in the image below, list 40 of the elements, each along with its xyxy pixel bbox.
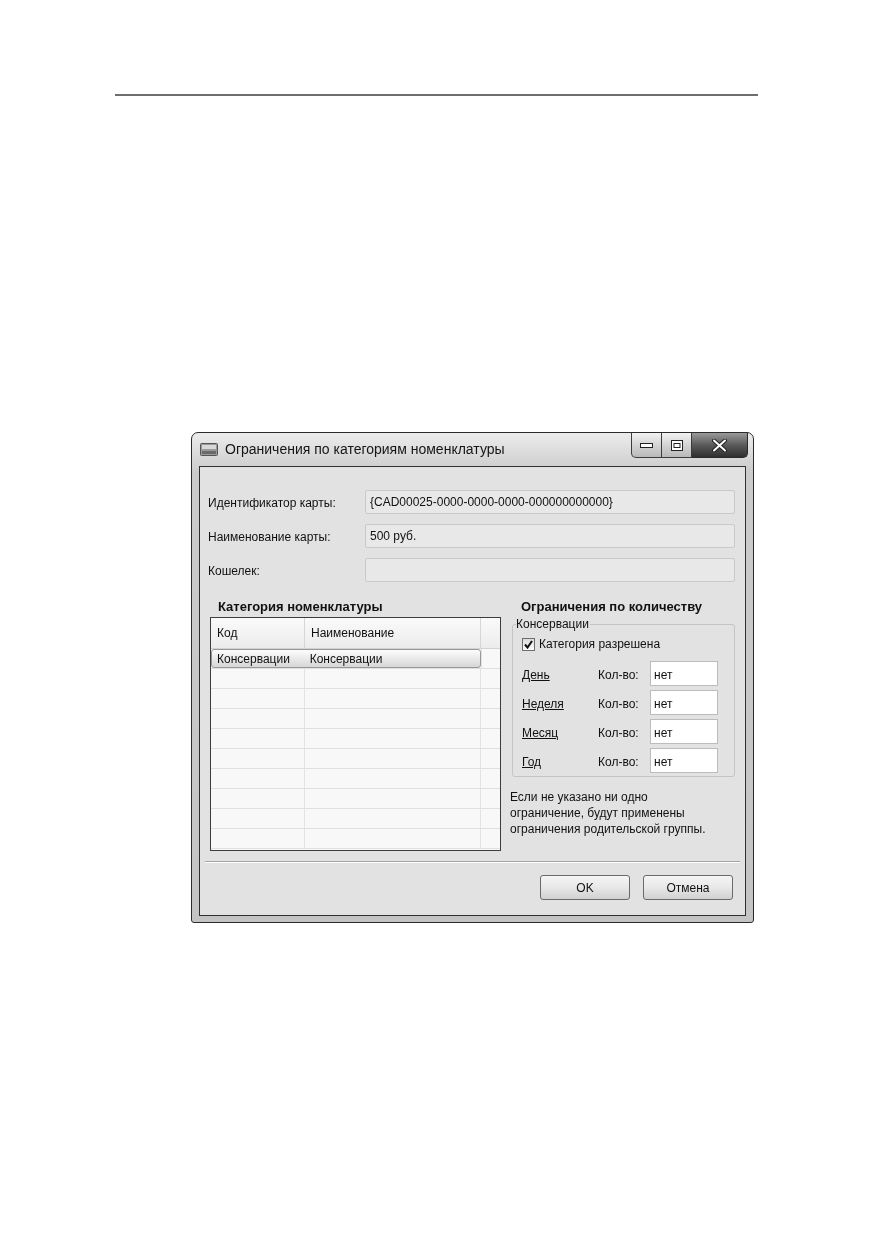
field-label: Идентификатор карты: (208, 496, 336, 510)
column-header[interactable]: Наименование (305, 618, 481, 648)
period-link[interactable]: Месяц (522, 725, 559, 740)
table-cell-text: Консервации (308, 650, 384, 667)
section-heading: Категория номенклатуры (218, 598, 383, 617)
dialog-button[interactable]: Отмена (643, 875, 733, 900)
window-title: Ограничения по категориям номенклатуры (225, 440, 505, 459)
field-label: Наименование карты: (208, 530, 331, 544)
check-icon (524, 639, 533, 649)
section-heading: Ограничения по количеству (521, 598, 703, 617)
checkbox-label[interactable]: Категория разрешена (539, 635, 661, 653)
column-header[interactable]: Код (211, 618, 305, 648)
group-title: Консервации (516, 617, 590, 631)
close-button[interactable] (692, 433, 748, 458)
note-text: Если не указано ни одно ограничение, будут применены ограничения родительской группы. (510, 789, 707, 837)
period-link[interactable]: День (522, 667, 550, 682)
card-icon (200, 443, 218, 456)
text-field[interactable]: 500 руб. (365, 524, 735, 548)
text-field[interactable]: {CAD00025-0000-0000-0000-000000000000} (365, 490, 735, 514)
minimize-icon (640, 442, 653, 448)
text-field[interactable] (365, 558, 735, 582)
quantity-field[interactable]: нет (650, 748, 718, 773)
period-link[interactable]: Год (522, 754, 542, 769)
dialog-button[interactable]: OK (540, 875, 630, 900)
minimize-button[interactable] (631, 433, 662, 458)
table-row[interactable]: Консервации Консервации (211, 649, 481, 668)
table-cell-text: Консервации (216, 650, 291, 667)
quantity-label: Кол-во: (598, 696, 639, 711)
quantity-label: Кол-во: (598, 754, 639, 769)
quantity-field[interactable]: нет (650, 661, 718, 686)
maximize-button[interactable] (662, 433, 692, 458)
quantity-field[interactable]: нет (650, 690, 718, 715)
field-label: Кошелек: (208, 564, 260, 578)
quantity-label: Кол-во: (598, 667, 639, 682)
period-link[interactable]: Неделя (522, 696, 564, 711)
maximize-icon (670, 439, 683, 451)
checkbox[interactable] (522, 637, 535, 651)
quantity-label: Кол-во: (598, 725, 639, 740)
quantity-field[interactable]: нет (650, 719, 718, 744)
close-icon (712, 438, 727, 452)
